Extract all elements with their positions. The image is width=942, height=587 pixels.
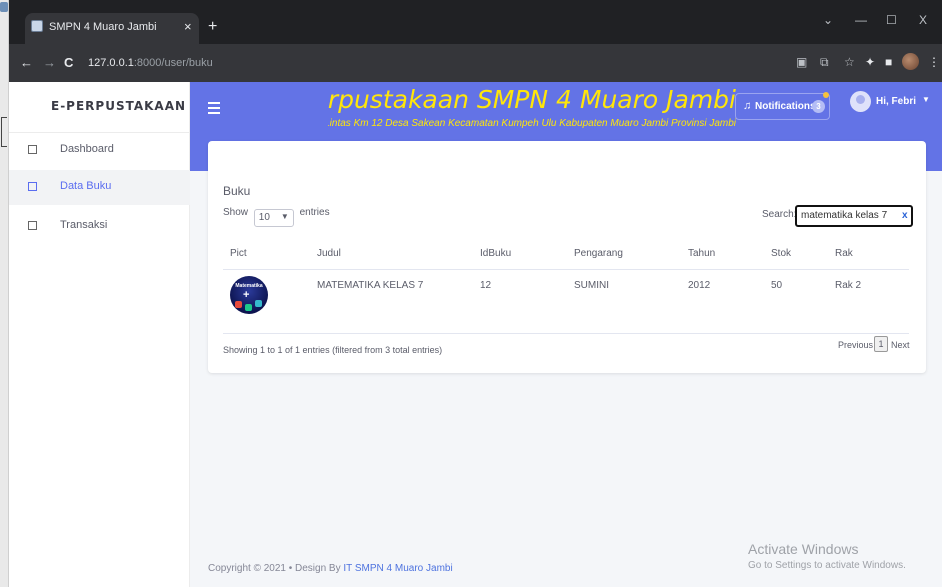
- search-label: Search:: [762, 209, 797, 220]
- tab-title: SMPN 4 Muaro Jambi: [49, 21, 157, 33]
- column-header-idbuku[interactable]: IdBuku: [480, 239, 574, 270]
- favicon-icon: [31, 20, 43, 32]
- sidebar-item-data-buku[interactable]: Data Buku: [9, 170, 190, 205]
- footer: Copyright © 2021 • Design By IT SMPN 4 M…: [208, 563, 453, 574]
- address-text: Jalan Lintas Km 12 Desa Sakean Kecamatan…: [328, 118, 736, 129]
- tab-search-icon[interactable]: ⌄: [823, 13, 833, 27]
- entries-length-control: Show 10 ▼ entries: [223, 207, 330, 227]
- edge-bracket: [1, 117, 7, 147]
- cover-shape-red: [235, 300, 242, 308]
- cell-judul: MATEMATIKA KELAS 7: [317, 269, 480, 334]
- column-header-pengarang[interactable]: Pengarang: [574, 239, 688, 270]
- profile-avatar-icon[interactable]: [902, 53, 919, 70]
- transaction-icon: [28, 221, 37, 230]
- sidebar: E-PERPUSTAKAAN Dashboard Data Buku Trans…: [9, 82, 190, 587]
- chevron-down-icon: ▼: [280, 212, 289, 221]
- data-buku-card: Buku Show 10 ▼ entries Search: matematik…: [208, 141, 926, 373]
- left-window-edge: [0, 0, 9, 587]
- share-icon[interactable]: ⧉: [820, 55, 829, 70]
- url-host: 127.0.0.1: [88, 57, 134, 69]
- sidebar-item-label: Transaksi: [60, 219, 108, 231]
- screen: SMPN 4 Muaro Jambi × + ⌄ — ☐ X ← → C 127…: [0, 0, 942, 587]
- cell-pict: Matematika +: [223, 269, 317, 334]
- search-input[interactable]: matematika kelas 7: [795, 205, 913, 227]
- table-row: Matematika + MATEMATIKA KELAS 7 12 SUMIN…: [223, 269, 909, 334]
- table-header-row: Pict Judul IdBuku Pengarang Tahun Stok R…: [223, 239, 909, 270]
- close-window-button[interactable]: X: [919, 13, 927, 27]
- column-header-judul[interactable]: Judul: [317, 239, 480, 270]
- browser-window: SMPN 4 Muaro Jambi × + ⌄ — ☐ X ← → C 127…: [9, 0, 942, 587]
- notifications-label: Notifications: [755, 101, 816, 112]
- cover-shape-cyan: [255, 299, 262, 307]
- bell-icon: ♫: [743, 100, 752, 112]
- forward-button[interactable]: →: [43, 55, 56, 70]
- menu-kebab-icon[interactable]: ⋮: [928, 55, 940, 69]
- sidebar-toggle-icon[interactable]: [208, 102, 220, 117]
- activate-windows-watermark: Activate Windows Go to Settings to activ…: [748, 541, 906, 571]
- cell-tahun: 2012: [688, 269, 771, 334]
- translate-icon[interactable]: ▣: [796, 55, 807, 69]
- notifications-button[interactable]: ♫ Notifications 3: [735, 92, 830, 120]
- clear-search-icon[interactable]: x: [902, 210, 908, 221]
- table-info: Showing 1 to 1 of 1 entries (filtered fr…: [223, 345, 443, 355]
- back-button[interactable]: ←: [20, 55, 33, 70]
- notification-dot: [823, 92, 829, 98]
- footer-copyright: Copyright © 2021 • Design By: [208, 563, 344, 574]
- entries-label: entries: [299, 207, 330, 218]
- cover-shape-green: [245, 303, 252, 311]
- minimize-button[interactable]: —: [855, 13, 867, 27]
- column-header-tahun[interactable]: Tahun: [688, 239, 771, 270]
- column-header-rak[interactable]: Rak: [835, 239, 909, 270]
- next-page-button[interactable]: Next: [891, 340, 910, 350]
- page-content: E-PERPUSTAKAAN Dashboard Data Buku Trans…: [9, 82, 942, 587]
- watermark-subtitle: Go to Settings to activate Windows.: [748, 560, 906, 571]
- extensions-icon[interactable]: ✦: [865, 55, 875, 69]
- welcome-marquee: Selamat Datang Di WEB Perpustakaan SMPN …: [328, 86, 736, 144]
- column-header-pict[interactable]: Pict: [223, 239, 317, 270]
- entries-select[interactable]: 10 ▼: [253, 209, 294, 227]
- tab-close-icon[interactable]: ×: [184, 19, 192, 34]
- sidebar-item-label: Dashboard: [60, 143, 114, 155]
- browser-tab[interactable]: SMPN 4 Muaro Jambi ×: [25, 13, 199, 44]
- welcome-text: Selamat Datang Di WEB Perpustakaan SMPN …: [328, 86, 736, 114]
- user-greeting: Hi, Febri: [876, 96, 917, 107]
- previous-page-button[interactable]: Previous: [838, 340, 873, 350]
- caret-down-icon: ▼: [922, 95, 930, 104]
- cell-rak: Rak 2: [835, 269, 909, 334]
- tab-bar: SMPN 4 Muaro Jambi × + ⌄ — ☐ X: [9, 0, 942, 44]
- url-field[interactable]: 127.0.0.1:8000/user/buku: [88, 57, 213, 271]
- entries-value: 10: [258, 212, 270, 223]
- cell-idbuku: 12: [480, 269, 574, 334]
- cell-pengarang: SUMINI: [574, 269, 688, 334]
- show-label: Show: [223, 207, 249, 218]
- side-panel-icon[interactable]: ■: [885, 55, 892, 69]
- url-path: :8000/user/buku: [133, 57, 213, 69]
- sidebar-brand[interactable]: E-PERPUSTAKAAN: [51, 99, 186, 113]
- watermark-title: Activate Windows: [748, 541, 859, 557]
- plus-icon: +: [243, 288, 250, 301]
- book-cover-thumbnail: Matematika +: [230, 275, 268, 314]
- sidebar-item-transaksi[interactable]: Transaksi: [9, 209, 190, 244]
- user-avatar: [850, 91, 871, 112]
- book-icon: [28, 182, 37, 191]
- address-bar: ← → C 127.0.0.1:8000/user/buku ▣ ⧉ ☆ ✦ ■…: [9, 44, 942, 271]
- sidebar-item-label: Data Buku: [60, 180, 112, 192]
- footer-link[interactable]: IT SMPN 4 Muaro Jambi: [343, 563, 452, 574]
- maximize-button[interactable]: ☐: [886, 13, 897, 27]
- card-title: Buku: [223, 184, 251, 198]
- sidebar-item-dashboard[interactable]: Dashboard: [9, 133, 190, 168]
- new-tab-button[interactable]: +: [208, 18, 217, 36]
- page-1-button[interactable]: 1: [874, 336, 888, 352]
- bookmark-star-icon[interactable]: ☆: [844, 55, 855, 69]
- cell-stok: 50: [771, 269, 835, 334]
- dashboard-icon: [28, 145, 37, 154]
- notifications-count-badge: 3: [812, 100, 825, 113]
- column-header-stok[interactable]: Stok: [771, 239, 835, 270]
- window-icon: [0, 2, 8, 12]
- books-table: Pict Judul IdBuku Pengarang Tahun Stok R…: [223, 239, 909, 334]
- reload-button[interactable]: C: [64, 55, 73, 70]
